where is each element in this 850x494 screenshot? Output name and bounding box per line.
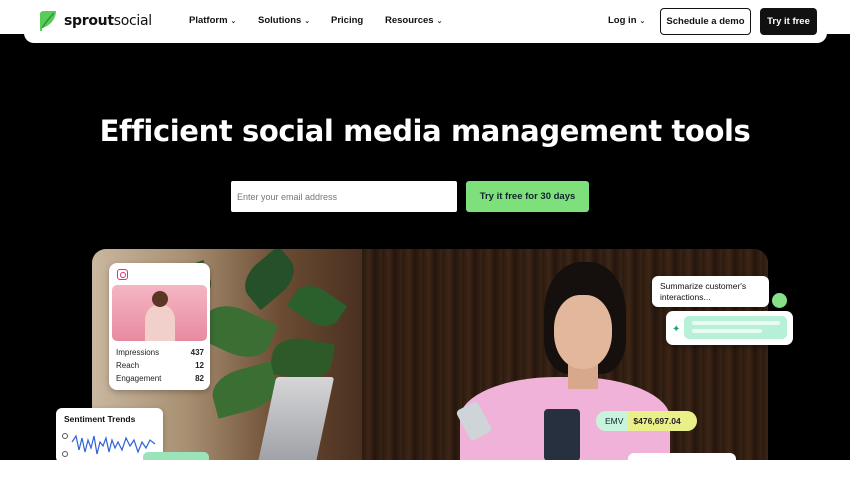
stat-value: 437 — [190, 348, 204, 357]
sproutsocial-logo[interactable]: sproutsocial — [38, 10, 152, 32]
hero-section: Efficient social media management tools … — [0, 34, 850, 460]
sparkle-icon: ✦ — [672, 324, 681, 335]
instagram-stats-card: Impressions 437 Reach 12 Engagement 82 — [109, 263, 210, 390]
emv-label: EMV — [596, 411, 629, 431]
ai-summary-prompt-card: Summarize customer's interactions... — [652, 276, 769, 307]
response-line — [692, 321, 780, 325]
nav-pricing[interactable]: Pricing — [331, 15, 363, 26]
logo-text-light: social — [113, 13, 152, 29]
ai-response-bubble — [684, 316, 787, 339]
nav-solutions-label: Solutions — [258, 15, 302, 26]
nav-platform-label: Platform — [189, 15, 228, 26]
hero-headline: Efficient social media management tools — [99, 114, 751, 148]
stat-value: 82 — [195, 374, 204, 383]
nav-pricing-label: Pricing — [331, 15, 364, 26]
stat-label: Engagement — [116, 374, 162, 383]
nav-resources-label: Resources — [385, 15, 434, 26]
chevron-down-icon: ⌄ — [230, 17, 237, 25]
schedule-demo-button[interactable]: Schedule a demo — [660, 8, 751, 35]
post-person-body — [145, 305, 175, 341]
person-top — [544, 409, 580, 460]
instagram-icon — [117, 269, 128, 280]
try-free-30-days-button[interactable]: Try it free for 30 days — [466, 181, 589, 212]
nav-solutions[interactable]: Solutions ⌄ — [258, 15, 310, 26]
person-face — [554, 295, 612, 369]
stat-reach: Reach 12 — [116, 361, 204, 370]
logo-text: sproutsocial — [64, 13, 152, 29]
ai-response-card: ✦ — [666, 311, 793, 345]
instagram-post-image — [112, 285, 207, 341]
stat-label: Reach — [116, 361, 140, 370]
stat-value: 12 — [195, 361, 204, 370]
logo-text-bold: sprout — [64, 13, 114, 29]
top-nav: sproutsocial Platform ⌄ Solutions ⌄ Pricin… — [24, 0, 827, 43]
chevron-down-icon: ⌄ — [304, 17, 311, 25]
email-input[interactable] — [231, 181, 457, 212]
emv-value: $476,697.04 — [633, 416, 681, 426]
nav-platform[interactable]: Platform ⌄ — [189, 15, 236, 26]
post-person-head — [152, 291, 168, 307]
nav-login-label: Log in — [608, 15, 637, 26]
bottom-margin — [0, 460, 850, 494]
response-line — [692, 329, 762, 333]
stat-impressions: Impressions 437 — [116, 348, 204, 357]
ai-avatar-dot — [772, 293, 787, 308]
try-free-button[interactable]: Try it free — [760, 8, 817, 35]
sprout-leaf-icon — [40, 11, 56, 31]
stat-label: Impressions — [116, 348, 160, 357]
nav-login[interactable]: Log in ⌄ — [608, 15, 645, 26]
chevron-down-icon: ⌄ — [436, 17, 443, 25]
sentiment-trends-title: Sentiment Trends — [64, 414, 136, 424]
emv-chip: EMV $476,697.04 — [596, 411, 697, 431]
stat-engagement: Engagement 82 — [116, 374, 204, 383]
nav-resources[interactable]: Resources ⌄ — [385, 15, 442, 26]
chevron-down-icon: ⌄ — [639, 17, 646, 25]
